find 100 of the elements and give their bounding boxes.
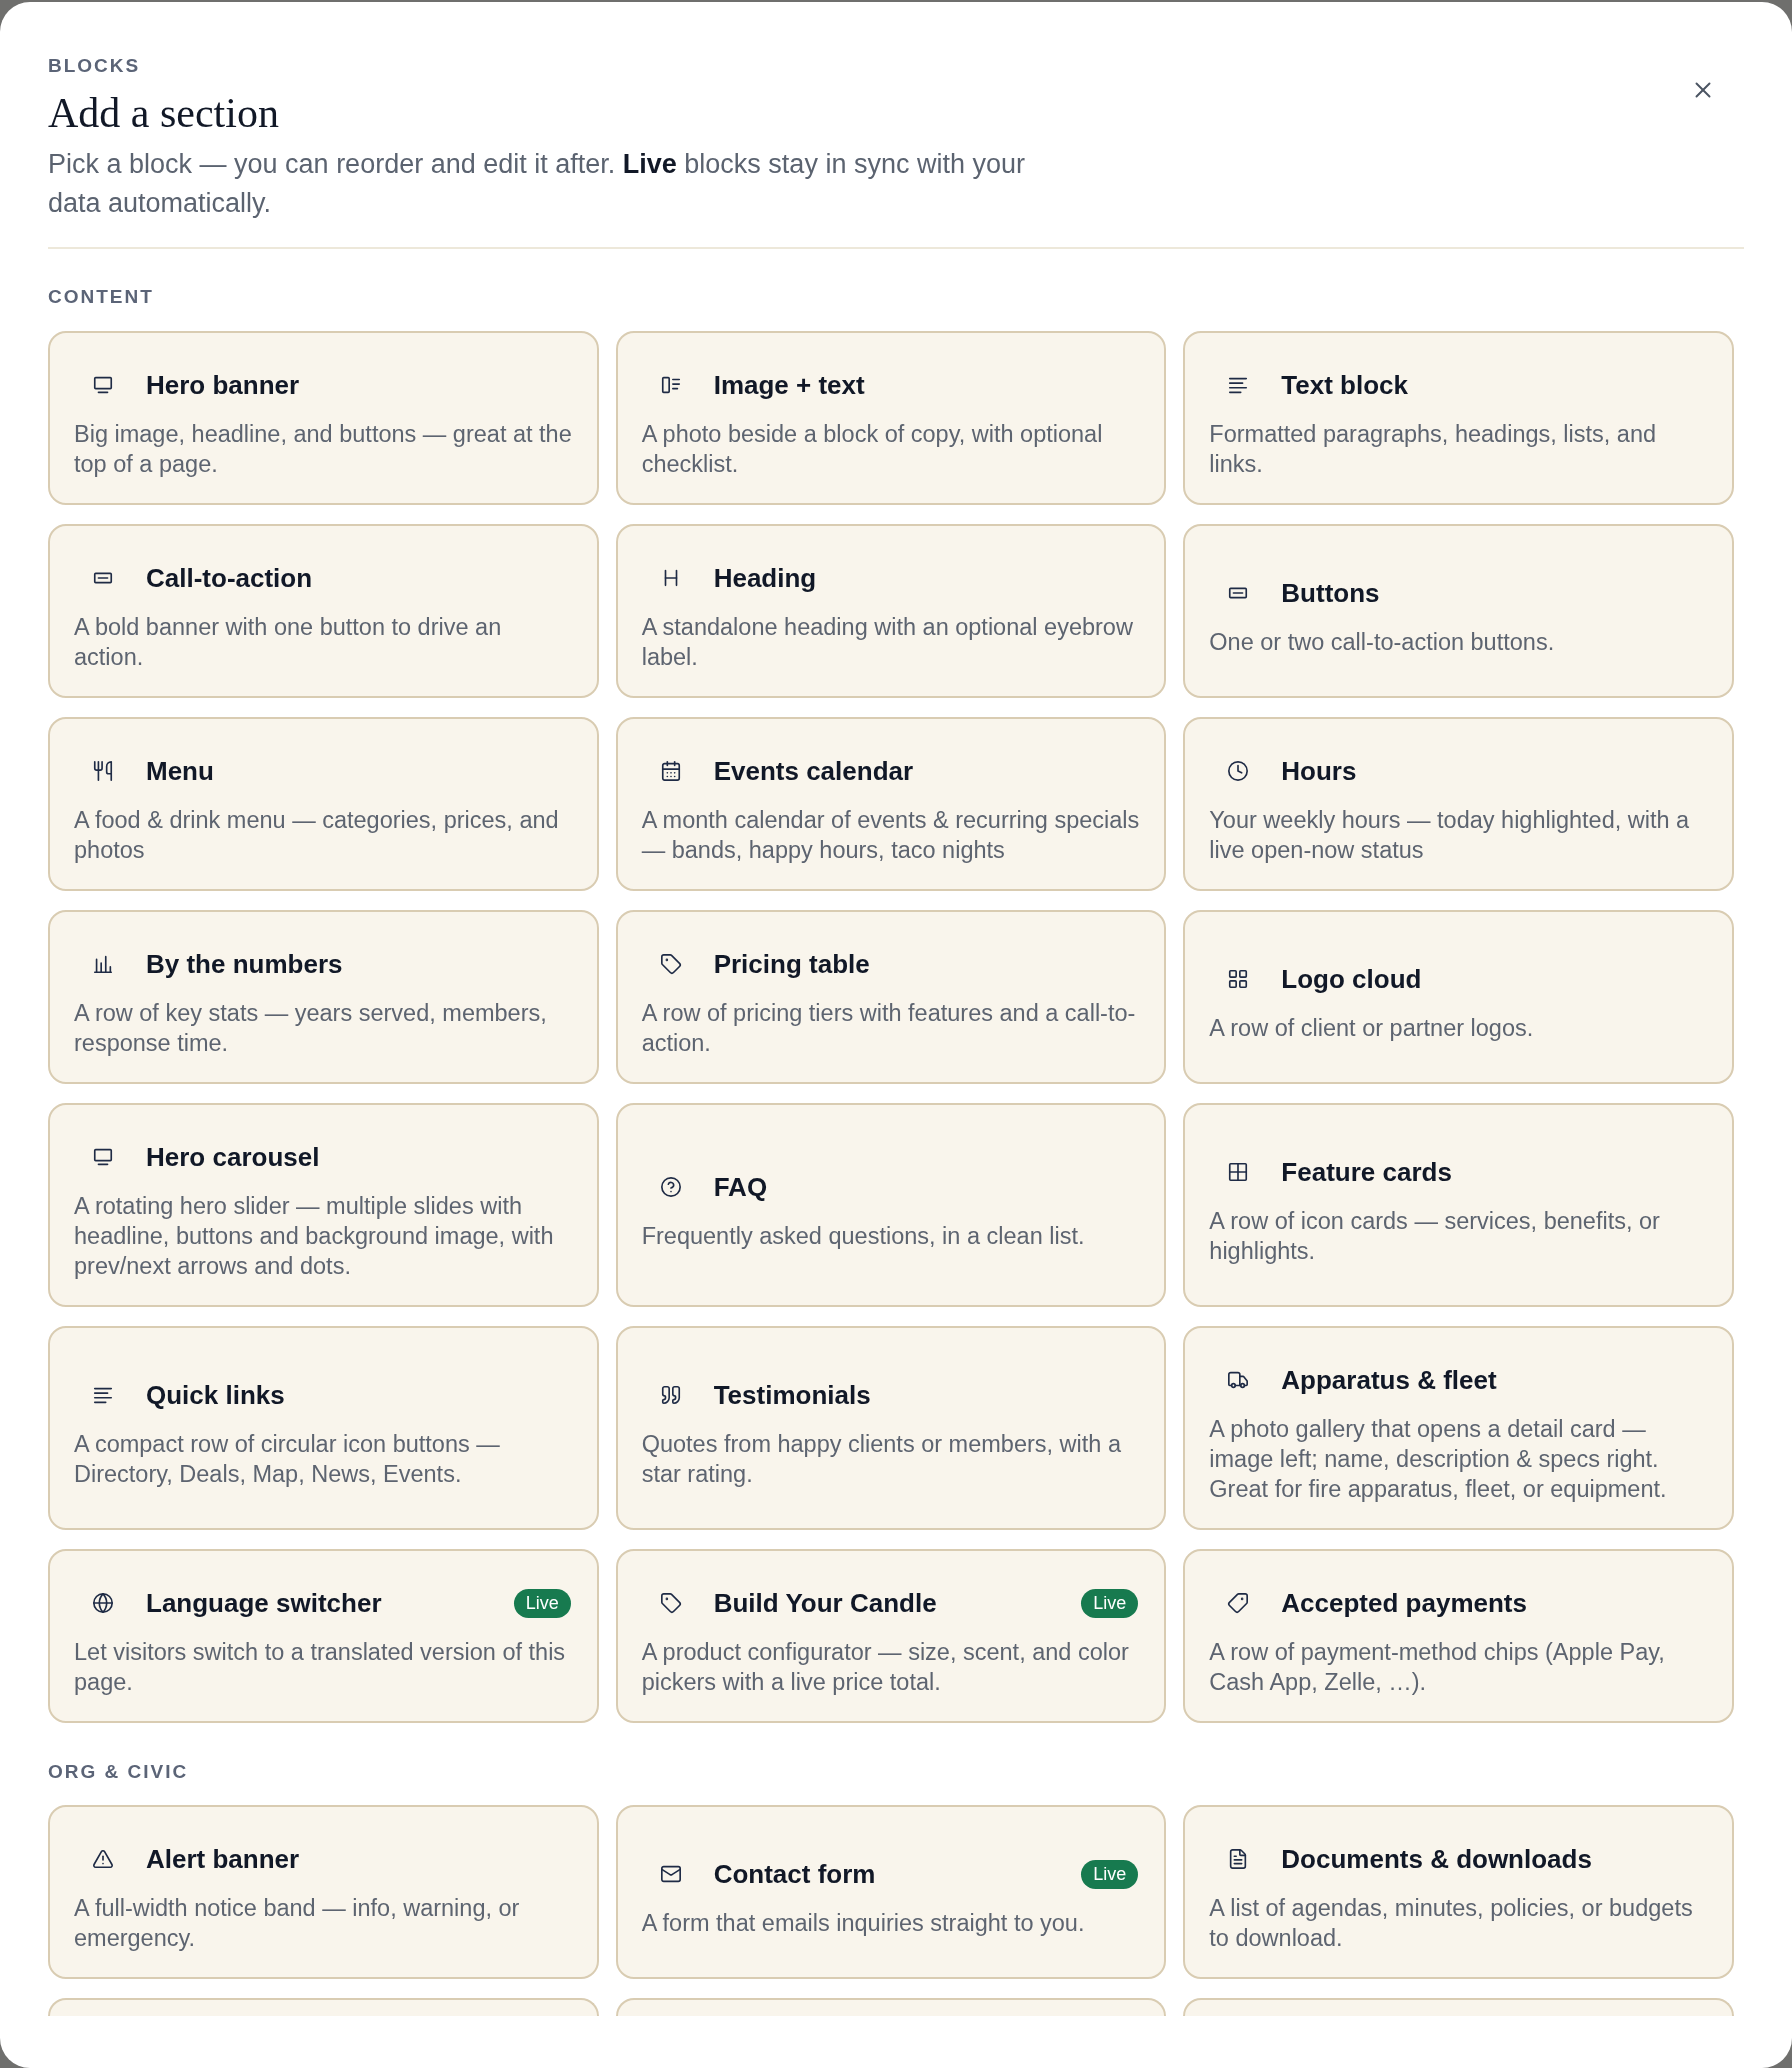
mail-icon <box>659 1863 682 1885</box>
truck-icon <box>1227 1369 1250 1391</box>
block-card[interactable] <box>48 1998 599 2016</box>
live-badge: Live <box>1081 1588 1139 1618</box>
block-description: A row of client or partner logos. <box>1209 1014 1535 1043</box>
block-title: Hours <box>1281 755 1357 787</box>
clock-icon <box>1227 760 1250 782</box>
block-description: Formatted paragraphs, headings, lists, and links. <box>1209 420 1658 479</box>
section-heading: ORG & CIVIC <box>48 1760 190 1784</box>
block-card[interactable]: Hours Your weekly hours — today highlighted, with a live open-now status <box>1183 717 1734 891</box>
block-title: FAQ <box>713 1171 768 1203</box>
block-title: Pricing table <box>713 948 870 980</box>
block-description: Your weekly hours — today highlighted, with a live open-now status <box>1209 806 1691 865</box>
block-title: Call-to-action <box>146 562 313 594</box>
block-description: A month calendar of events & recurring specials — bands, happy hours, taco nights <box>641 806 1141 865</box>
block-card[interactable]: Testimonials Quotes from happy clients or members, with a star rating. <box>615 1326 1167 1530</box>
block-title: Buttons <box>1281 577 1380 609</box>
block-description: A row of icon cards — services, benefits, or highlights. <box>1209 1207 1661 1266</box>
block-title: Feature cards <box>1281 1156 1452 1188</box>
warning-icon <box>92 1848 114 1870</box>
help-icon <box>659 1176 682 1198</box>
live-badge: Live <box>1081 1859 1139 1889</box>
bar-chart-icon <box>92 953 114 975</box>
calendar-icon <box>659 760 682 782</box>
block-title: Hero carousel <box>146 1141 320 1173</box>
block-title: Contact form <box>713 1858 876 1890</box>
block-title: Heading <box>713 562 817 594</box>
quote-icon <box>659 1384 682 1406</box>
block-title: Language switcher <box>146 1587 382 1619</box>
block-description: Frequently asked questions, in a clean list. <box>641 1222 1086 1251</box>
block-card[interactable]: Buttons One or two call-to-action buttons. <box>1183 524 1734 698</box>
block-title: Alert banner <box>146 1843 300 1875</box>
layout-icon <box>659 374 682 396</box>
block-description: A bold banner with one button to drive an action. <box>74 613 503 672</box>
block-title: Events calendar <box>713 755 914 787</box>
block-description: A row of pricing tiers with features and a call-to-action. <box>641 999 1137 1058</box>
block-title: Testimonials <box>713 1379 871 1411</box>
block-title: Menu <box>146 755 214 787</box>
block-card[interactable]: Heading A standalone heading with an optional eyebrow label. <box>615 524 1167 698</box>
block-title: Image + text <box>713 369 865 401</box>
block-title: Apparatus & fleet <box>1281 1364 1497 1396</box>
tag-icon <box>659 953 682 975</box>
section-heading: CONTENT <box>48 285 155 309</box>
block-card[interactable]: Events calendar A month calendar of events & recurring specials — bands, happy hours, taco nights <box>615 717 1167 891</box>
block-description: A photo gallery that opens a detail card — image left; name, description & specs right. Great for fire apparatus, fleet, or equipment. <box>1209 1415 1668 1504</box>
block-title: Quick links <box>146 1379 285 1411</box>
block-description: A full-width notice band — info, warning, or emergency. <box>74 1894 521 1953</box>
tag-icon <box>659 1592 682 1614</box>
block-title: Logo cloud <box>1281 963 1422 995</box>
block-description: A compact row of circular icon buttons — Directory, Deals, Map, News, Events. <box>74 1430 501 1489</box>
block-card[interactable] <box>1183 1998 1734 2016</box>
block-description: A row of payment-method chips (Apple Pay, Cash App, Zelle, …). <box>1209 1638 1666 1697</box>
block-card[interactable]: By the numbers A row of key stats — years served, members, response time. <box>48 910 599 1084</box>
block-card[interactable]: Logo cloud A row of client or partner logos. <box>1183 910 1734 1084</box>
block-card[interactable]: Call-to-action A bold banner with one button to drive an action. <box>48 524 599 698</box>
dialog-description: Pick a block — you can reorder and edit it after. Live blocks stay in sync with your data automatically. <box>48 148 1026 220</box>
block-card[interactable]: Build Your Candle Live A product configurator — size, scent, and color pickers with a live price total. <box>615 1549 1167 1723</box>
block-card[interactable]: Accepted payments A row of payment-method chips (Apple Pay, Cash App, Zelle, …). <box>1183 1549 1734 1723</box>
block-card[interactable]: Alert banner A full-width notice band — info, warning, or emergency. <box>48 1805 599 1979</box>
block-description: A product configurator — size, scent, and color pickers with a live price total. <box>641 1638 1130 1697</box>
block-title: Accepted payments <box>1281 1587 1527 1619</box>
block-description: A rotating hero slider — multiple slides with headline, buttons and background image, with prev/next arrows and dots. <box>74 1192 555 1281</box>
block-card[interactable]: Hero carousel A rotating hero slider — multiple slides with headline, buttons and background image, with prev/next arrows and dots. <box>48 1103 599 1307</box>
dialog-title: Add a section <box>48 89 280 137</box>
block-description: A standalone heading with an optional eyebrow label. <box>641 613 1134 672</box>
block-card[interactable]: FAQ Frequently asked questions, in a clean list. <box>615 1103 1167 1307</box>
block-card[interactable]: Contact form Live A form that emails inquiries straight to you. <box>615 1805 1167 1979</box>
dialog-eyebrow: BLOCKS <box>48 54 142 78</box>
grid-icon <box>1227 1161 1250 1183</box>
block-card[interactable]: Feature cards A row of icon cards — services, benefits, or highlights. <box>1183 1103 1734 1307</box>
block-title: Text block <box>1281 369 1408 401</box>
block-card[interactable]: Pricing table A row of pricing tiers with features and a call-to-action. <box>615 910 1167 1084</box>
block-card[interactable] <box>615 1998 1167 2016</box>
block-card[interactable]: Image + text A photo beside a block of copy, with optional checklist. <box>615 331 1167 505</box>
screen-icon <box>92 1146 114 1168</box>
block-title: Build Your Candle <box>713 1587 937 1619</box>
block-description: A form that emails inquiries straight to you. <box>641 1909 1086 1938</box>
block-card[interactable]: Text block Formatted paragraphs, headings, lists, and links. <box>1183 331 1734 505</box>
block-card[interactable]: Language switcher Live Let visitors switch to a translated version of this page. <box>48 1549 599 1723</box>
block-card[interactable]: Documents & downloads A list of agendas, minutes, policies, or budgets to download. <box>1183 1805 1734 1979</box>
block-description: Quotes from happy clients or members, with a star rating. <box>641 1430 1122 1489</box>
block-card[interactable]: Hero banner Big image, headline, and buttons — great at the top of a page. <box>48 331 599 505</box>
block-title: Hero banner <box>146 369 300 401</box>
block-title: By the numbers <box>146 948 343 980</box>
block-card[interactable]: Apparatus & fleet A photo gallery that opens a detail card — image left; name, description & specs right. Great for fire apparatus, fleet, or equipment. <box>1183 1326 1734 1530</box>
screen-icon <box>92 374 114 396</box>
block-description: Let visitors switch to a translated version of this page. <box>74 1638 567 1697</box>
grid-icon <box>1227 968 1250 990</box>
tag-icon <box>1227 1592 1250 1614</box>
block-description: A food & drink menu — categories, prices, and photos <box>74 806 560 865</box>
block-card[interactable]: Quick links A compact row of circular icon buttons — Directory, Deals, Map, News, Events. <box>48 1326 599 1530</box>
globe-icon <box>92 1592 114 1614</box>
block-description: A photo beside a block of copy, with optional checklist. <box>641 420 1104 479</box>
utensils-icon <box>92 760 114 782</box>
block-title: Documents & downloads <box>1281 1843 1592 1875</box>
block-card[interactable]: Menu A food & drink menu — categories, prices, and photos <box>48 717 599 891</box>
block-description: A row of key stats — years served, members, response time. <box>74 999 548 1058</box>
block-description: One or two call-to-action buttons. <box>1209 628 1556 657</box>
block-description: A list of agendas, minutes, policies, or budgets to download. <box>1209 1894 1694 1953</box>
live-badge: Live <box>513 1588 571 1618</box>
